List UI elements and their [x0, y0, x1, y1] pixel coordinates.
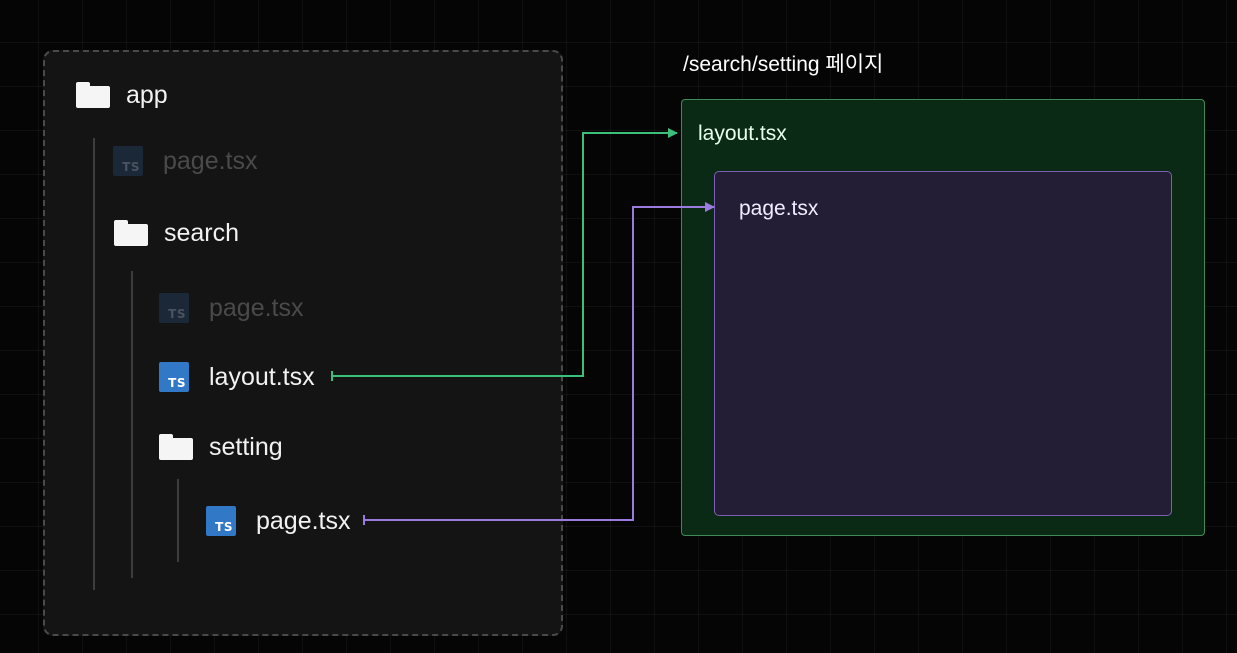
layout-connector-arrow: [332, 128, 678, 377]
diagram-canvas: app TS page.tsx search TS page.tsx TS la…: [0, 0, 1237, 653]
page-connector-arrow: [364, 202, 715, 521]
connector-layer: [331, 128, 715, 525]
